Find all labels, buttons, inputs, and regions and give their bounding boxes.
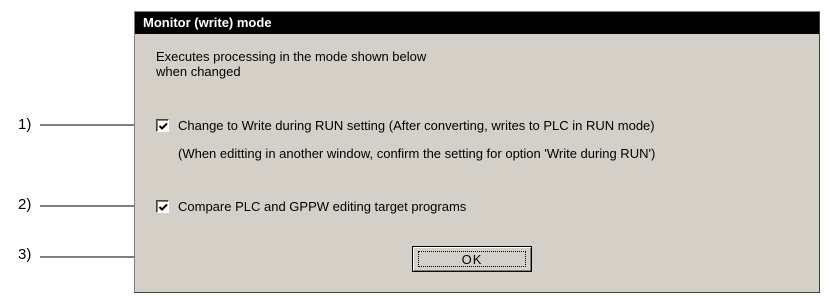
description-line-2: when changed <box>156 64 241 79</box>
ok-focus-rect <box>418 251 526 267</box>
dialog-title: Monitor (write) mode <box>135 12 819 34</box>
dialog-description: Executes processing in the mode shown be… <box>156 49 676 79</box>
compare-programs-label: Compare PLC and GPPW editing target prog… <box>178 199 467 214</box>
description-line-1: Executes processing in the mode shown be… <box>156 49 427 64</box>
option-write-during-run[interactable]: Change to Write during RUN setting (Afte… <box>156 118 655 133</box>
compare-programs-checkbox[interactable] <box>156 200 169 213</box>
monitor-write-mode-dialog: Monitor (write) mode Executes processing… <box>134 11 820 293</box>
write-during-run-note: (When editting in another window, confir… <box>178 146 656 161</box>
write-during-run-label: Change to Write during RUN setting (Afte… <box>178 118 655 133</box>
ok-button[interactable]: OK <box>412 246 532 272</box>
option-compare-programs[interactable]: Compare PLC and GPPW editing target prog… <box>156 199 466 214</box>
checkmark-icon <box>158 122 168 130</box>
checkmark-icon <box>158 203 168 211</box>
write-during-run-checkbox[interactable] <box>156 119 169 132</box>
